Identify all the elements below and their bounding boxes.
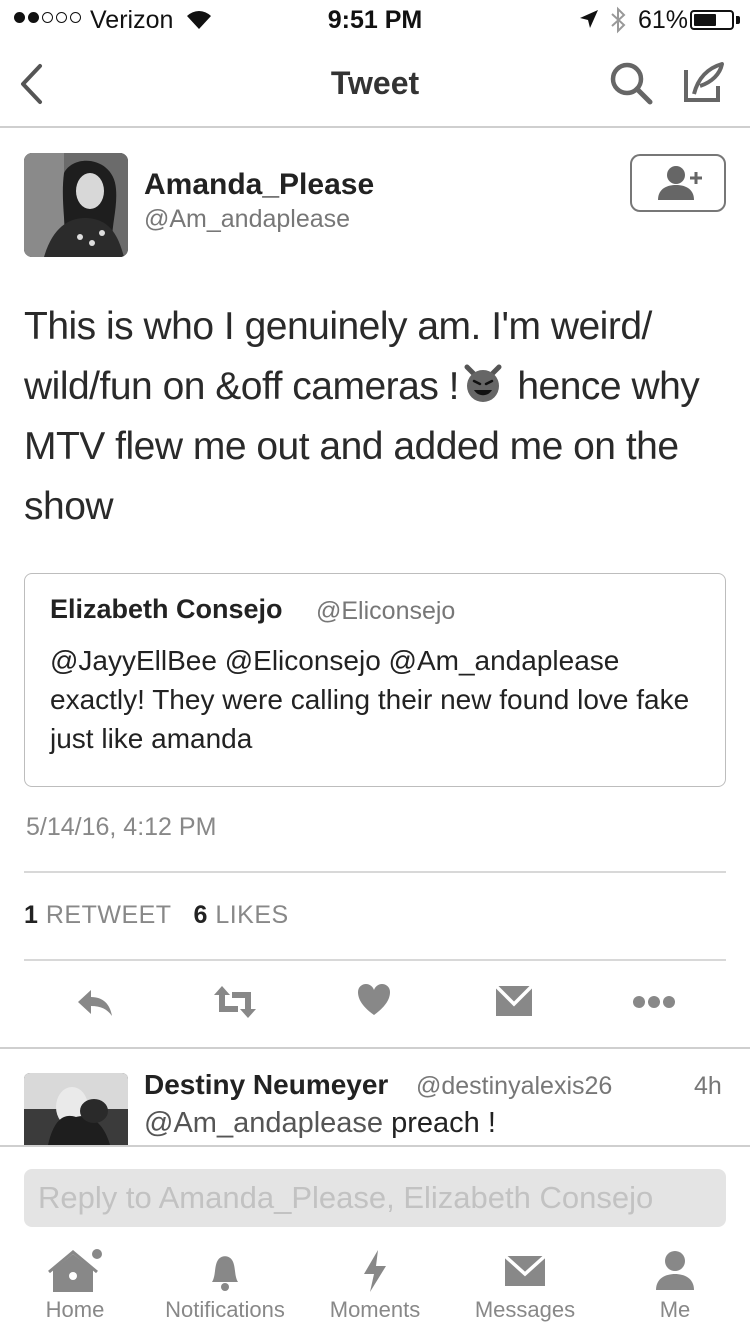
author-avatar[interactable]: [24, 153, 128, 257]
add-person-icon: [658, 166, 702, 200]
tab-notifications[interactable]: Notifications: [150, 1248, 300, 1323]
author-name[interactable]: Amanda_Please: [144, 168, 374, 202]
battery-tip: [736, 16, 740, 24]
reply-body: preach !: [383, 1107, 496, 1139]
battery-percent: 61%: [638, 6, 689, 34]
divider: [0, 1047, 750, 1049]
retweet-label: RETWEET: [45, 901, 172, 929]
likes-stat[interactable]: 6 LIKES: [193, 901, 288, 929]
tab-home-label: Home: [45, 1297, 105, 1322]
tab-me[interactable]: Me: [600, 1248, 750, 1323]
tab-moments-label: Moments: [329, 1297, 421, 1322]
retweet-stat[interactable]: 1 RETWEET: [24, 901, 171, 929]
compose-tweet-icon[interactable]: [680, 60, 726, 106]
tab-messages-label: Messages: [474, 1297, 576, 1322]
tweet-text: This is who I genuinely am. I'm weird/ w…: [24, 297, 714, 537]
author-handle[interactable]: @Am_andaplease: [144, 205, 350, 234]
direct-message-icon[interactable]: [494, 982, 534, 1020]
heart-icon[interactable]: [356, 982, 392, 1018]
tweet-timestamp: 5/14/16, 4:12 PM: [26, 813, 217, 841]
more-icon[interactable]: [632, 982, 676, 1022]
tab-messages[interactable]: Messages: [450, 1248, 600, 1323]
reply-author-name[interactable]: Destiny Neumeyer: [144, 1069, 388, 1101]
quoted-author-name: Elizabeth Consejo: [50, 594, 283, 624]
divider: [24, 871, 726, 873]
battery-fill: [694, 14, 716, 26]
tab-home[interactable]: Home: [0, 1248, 150, 1323]
envelope-icon: [503, 1254, 547, 1286]
smiling-devil-emoji-icon: [464, 364, 502, 402]
reply-timestamp: 4h: [694, 1072, 722, 1100]
engagement-counts: 1 RETWEET 6 LIKES: [24, 901, 289, 930]
retweet-count: 1: [24, 901, 39, 929]
tab-me-label: Me: [659, 1297, 691, 1322]
reply-input[interactable]: [24, 1169, 726, 1227]
divider: [24, 959, 726, 961]
status-bar: Verizon 9:51 PM 61%: [0, 0, 750, 40]
tab-notifications-label: Notifications: [165, 1297, 285, 1322]
likes-label: LIKES: [215, 901, 289, 929]
battery-icon: [690, 10, 734, 30]
person-icon: [656, 1251, 694, 1290]
search-icon[interactable]: [608, 60, 654, 106]
like-count: 6: [193, 901, 208, 929]
reply-text: @Am_andaplease preach !: [144, 1107, 496, 1140]
reply-author-handle[interactable]: @destinyalexis26: [416, 1072, 612, 1101]
reply-author-avatar[interactable]: [24, 1073, 128, 1145]
divider: [0, 1145, 750, 1147]
quoted-author-handle: @Eliconsejo: [316, 597, 456, 625]
location-arrow-icon: [580, 10, 598, 28]
reply-icon[interactable]: [75, 982, 115, 1022]
follow-button[interactable]: [630, 154, 726, 212]
bluetooth-icon: [611, 6, 626, 34]
lightning-icon: [364, 1250, 386, 1292]
retweet-icon[interactable]: [212, 982, 258, 1022]
quoted-tweet-text: @JayyEllBee @Eliconsejo @Am_andaplease e…: [50, 645, 690, 754]
tab-moments[interactable]: Moments: [300, 1248, 450, 1323]
home-icon: [48, 1249, 102, 1292]
bell-icon: [212, 1256, 238, 1291]
reply-mention-link[interactable]: @Am_andaplease: [144, 1107, 383, 1139]
navigation-bar: Tweet: [0, 40, 750, 128]
